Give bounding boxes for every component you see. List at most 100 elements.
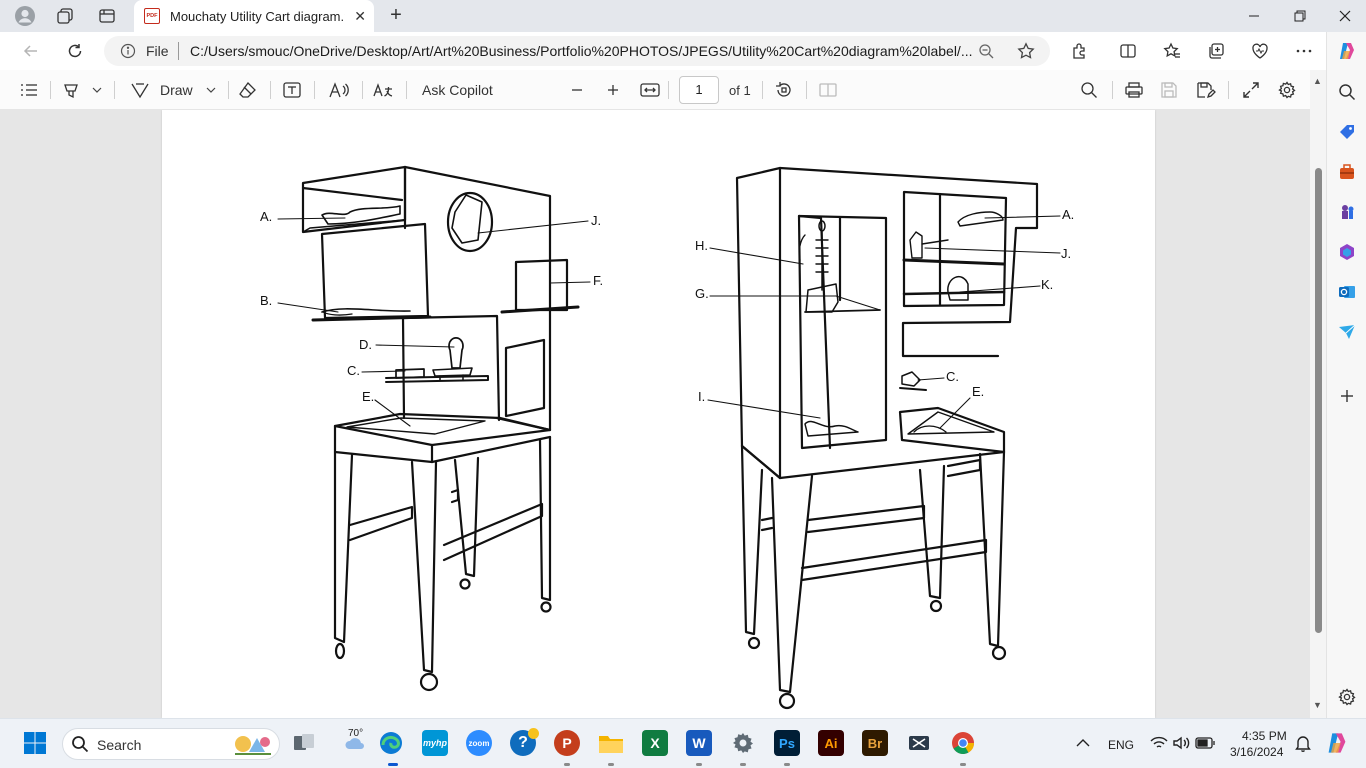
close-tab-icon[interactable]: ✕ — [354, 8, 366, 25]
draw-dropdown-icon[interactable] — [206, 78, 216, 102]
fullscreen-icon[interactable] — [1242, 78, 1260, 102]
tab-active[interactable]: PDF Mouchaty Utility Cart diagram.pdf ✕ — [134, 0, 374, 32]
snipping-tool-icon[interactable] — [906, 730, 932, 756]
myhp-app-icon[interactable]: myhp — [422, 730, 448, 756]
address-bar[interactable]: File C:/Users/smouc/OneDrive/Desktop/Art… — [104, 36, 1050, 66]
clock-time[interactable]: 4:35 PM — [1242, 729, 1287, 743]
chrome-icon[interactable] — [950, 730, 976, 756]
eraser-icon[interactable] — [238, 78, 258, 102]
word-icon[interactable]: W — [686, 730, 712, 756]
pdf-file-icon: PDF — [144, 8, 160, 24]
tab-actions-icon[interactable] — [94, 4, 120, 28]
page-number-input[interactable]: 1 — [679, 76, 719, 104]
new-tab-button[interactable]: + — [384, 4, 408, 28]
notifications-bell-icon[interactable] — [1290, 730, 1316, 756]
close-window-button[interactable] — [1322, 0, 1366, 32]
start-windows-icon[interactable] — [22, 730, 48, 756]
zoom-in-icon[interactable] — [606, 78, 620, 102]
scrollbar-thumb[interactable] — [1315, 168, 1322, 633]
edge-browser-icon[interactable] — [378, 730, 404, 756]
add-sidebar-app-icon[interactable] — [1337, 386, 1357, 406]
left-label-a: A. — [260, 209, 272, 224]
info-icon[interactable] — [120, 43, 136, 62]
right-label-a: A. — [1062, 207, 1074, 222]
ask-copilot-button[interactable]: Ask Copilot — [422, 78, 493, 102]
read-aloud-icon[interactable] — [328, 78, 350, 102]
right-label-g: G. — [695, 286, 709, 301]
print-icon[interactable] — [1124, 78, 1144, 102]
battery-icon[interactable] — [1192, 730, 1218, 756]
photoshop-icon[interactable]: Ps — [774, 730, 800, 756]
scroll-up-icon[interactable]: ▲ — [1313, 76, 1322, 86]
zoom-app-icon[interactable]: zoom — [466, 730, 492, 756]
more-options-icon[interactable] — [1292, 40, 1316, 62]
draw-label[interactable]: Draw — [160, 78, 193, 102]
clock-date[interactable]: 3/16/2024 — [1230, 745, 1283, 759]
drop-send-icon[interactable] — [1337, 322, 1357, 342]
toolbar-divider — [1228, 81, 1229, 99]
favorites-icon[interactable] — [1160, 40, 1184, 62]
settings-gear-icon[interactable] — [730, 730, 756, 756]
show-hidden-icons-chevron-icon[interactable] — [1070, 730, 1096, 756]
toolbar-divider — [270, 81, 271, 99]
profile-icon[interactable] — [12, 4, 38, 28]
file-explorer-icon[interactable] — [598, 730, 624, 756]
find-icon[interactable] — [1080, 78, 1098, 102]
highlight-icon[interactable] — [62, 78, 82, 102]
outlook-icon[interactable] — [1337, 282, 1357, 302]
copilot-icon[interactable] — [1337, 41, 1357, 61]
weather-temperature: 70° — [348, 728, 364, 739]
right-label-h: H. — [695, 238, 708, 253]
highlight-dropdown-icon[interactable] — [92, 78, 102, 102]
task-view-icon[interactable] — [291, 730, 317, 756]
page-view-icon[interactable] — [818, 78, 838, 102]
refresh-icon[interactable] — [61, 38, 89, 64]
collections-icon[interactable] — [1204, 40, 1228, 62]
right-cart-drawing — [707, 166, 1061, 710]
windows-taskbar: Search 70° myhp zoom ? P X W Ps Ai Br EN… — [0, 718, 1366, 768]
left-label-e: E. — [362, 389, 374, 404]
shopping-tag-icon[interactable] — [1337, 122, 1357, 142]
powerpoint-icon[interactable]: P — [554, 730, 580, 756]
games-chess-icon[interactable] — [1337, 202, 1357, 222]
sidebar-settings-gear-icon[interactable] — [1337, 687, 1357, 707]
zoom-out-icon[interactable] — [570, 78, 584, 102]
back-arrow-icon[interactable] — [17, 38, 45, 64]
toolbar-divider — [762, 81, 763, 99]
language-indicator[interactable]: ENG — [1108, 738, 1134, 752]
tools-briefcase-icon[interactable] — [1337, 162, 1357, 182]
restore-button[interactable] — [1277, 0, 1323, 32]
minimize-button[interactable] — [1231, 0, 1277, 32]
pdf-settings-gear-icon[interactable] — [1278, 78, 1296, 102]
vertical-scrollbar[interactable]: ▲ ▼ — [1310, 70, 1326, 718]
save-as-icon[interactable] — [1196, 78, 1216, 102]
toolbar-divider — [1112, 81, 1113, 99]
browser-essentials-icon[interactable] — [1248, 40, 1272, 62]
weather-widget[interactable]: 70° — [335, 728, 375, 756]
save-icon[interactable] — [1160, 78, 1178, 102]
extensions-icon[interactable] — [1068, 40, 1092, 62]
sidebar-search-icon[interactable] — [1337, 82, 1357, 102]
volume-icon[interactable] — [1168, 730, 1194, 756]
taskbar-search-box[interactable]: Search — [62, 728, 280, 760]
title-bar: PDF Mouchaty Utility Cart diagram.pdf ✕ … — [0, 0, 1366, 32]
rotate-icon[interactable] — [774, 78, 794, 102]
illustrator-icon[interactable]: Ai — [818, 730, 844, 756]
workspaces-icon[interactable] — [52, 4, 78, 28]
scroll-down-icon[interactable]: ▼ — [1313, 700, 1322, 710]
excel-icon[interactable]: X — [642, 730, 668, 756]
draw-pen-icon[interactable] — [130, 78, 150, 102]
fit-width-icon[interactable] — [640, 78, 660, 102]
contents-list-icon[interactable] — [20, 78, 38, 102]
chrome-running-indicator — [960, 763, 966, 766]
favorite-star-icon[interactable] — [1016, 42, 1036, 60]
split-screen-icon[interactable] — [1116, 40, 1140, 62]
address-url[interactable]: C:/Users/smouc/OneDrive/Desktop/Art/Art%… — [190, 43, 976, 59]
copilot-taskbar-icon[interactable] — [1324, 730, 1350, 756]
microsoft-365-icon[interactable] — [1337, 242, 1357, 262]
pdf-viewer[interactable]: A. J. F. B. D. C. E. H. A. J. G. K. C. I… — [0, 110, 1310, 718]
bridge-icon[interactable]: Br — [862, 730, 888, 756]
translate-icon[interactable] — [372, 78, 394, 102]
zoom-out-magnifier-icon[interactable] — [976, 42, 996, 60]
add-text-icon[interactable] — [282, 78, 302, 102]
